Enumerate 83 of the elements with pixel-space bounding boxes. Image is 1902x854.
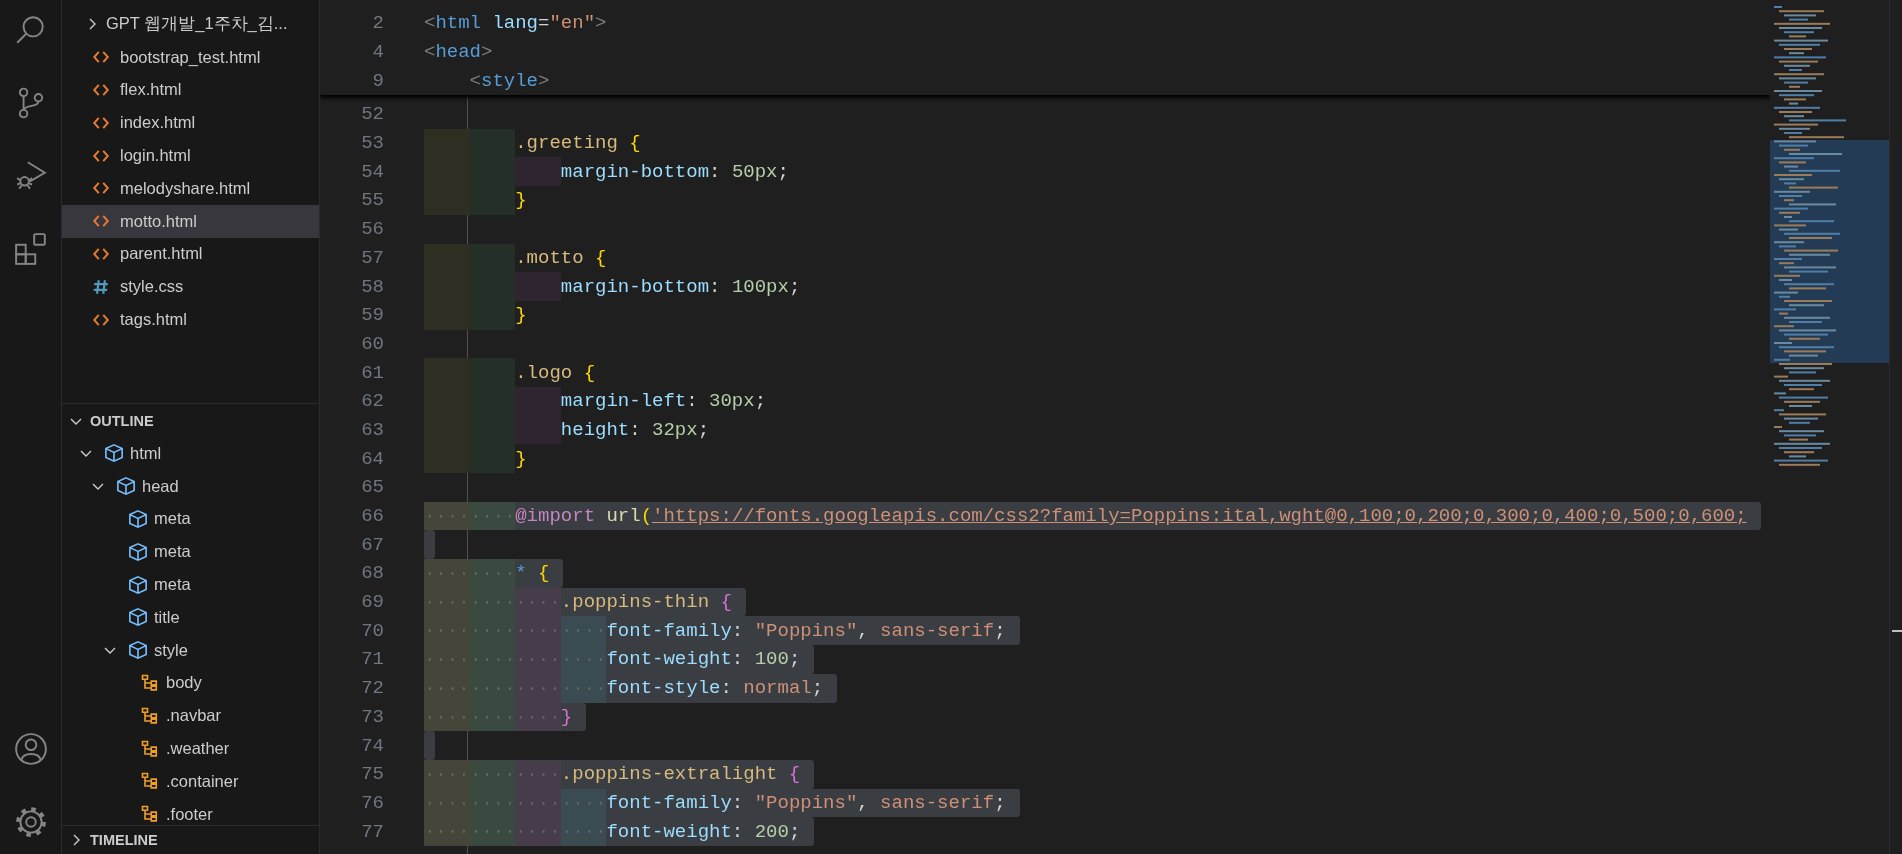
line-number: 70 — [360, 619, 384, 642]
scrollbar[interactable] — [1889, 0, 1902, 854]
hierarchy-icon — [140, 771, 160, 792]
file-item[interactable]: motto.html — [62, 204, 319, 238]
outline-item[interactable]: style — [62, 633, 319, 667]
code-line: .motto { — [424, 243, 621, 273]
line-number: 56 — [360, 218, 384, 241]
line-number: 9 — [371, 69, 384, 92]
extensions-icon — [13, 232, 48, 266]
code-line: margin-bottom: 100px; — [424, 272, 815, 301]
line-number: 60 — [360, 332, 384, 355]
line-number: 75 — [360, 763, 384, 786]
line-number: 67 — [360, 533, 384, 556]
line-number: 71 — [360, 648, 384, 671]
file-item[interactable]: parent.html — [62, 237, 319, 271]
file-item[interactable]: login.html — [62, 139, 319, 172]
line-number: 74 — [360, 734, 384, 757]
timeline-header[interactable]: TIMELINE — [62, 825, 319, 854]
line-number: 64 — [360, 447, 384, 470]
code-line: <style> — [468, 68, 551, 94]
account-icon — [13, 732, 48, 766]
outline-item[interactable]: .footer — [62, 797, 319, 825]
file-item[interactable]: style.css — [62, 270, 319, 304]
outline-item[interactable]: body — [62, 666, 319, 700]
cube-icon — [116, 476, 136, 497]
hierarchy-icon — [140, 804, 160, 825]
cube-icon — [128, 607, 148, 628]
file-item[interactable]: melodyshare.html — [62, 172, 319, 205]
file-item[interactable]: index.html — [62, 106, 319, 140]
outline-item[interactable]: .weather — [62, 732, 319, 765]
code-line: } — [424, 444, 541, 473]
cube-icon — [104, 443, 124, 464]
cube-icon — [128, 509, 148, 529]
code-line: margin-bottom: 50px; — [424, 157, 803, 187]
code-line: } — [424, 186, 541, 215]
line-number: 76 — [360, 791, 384, 814]
code-line: .logo { — [424, 358, 610, 387]
code-line: <html lang="en"> — [424, 11, 608, 37]
outline-item[interactable]: title — [62, 601, 319, 634]
line-number: 77 — [360, 820, 384, 843]
hierarchy-icon — [140, 738, 160, 759]
outline-header[interactable]: OUTLINE — [62, 404, 319, 437]
code-line: height: 32px; — [424, 415, 724, 445]
hash-icon — [92, 277, 110, 296]
line-number: 61 — [360, 361, 384, 384]
outline-item[interactable]: .container — [62, 764, 319, 798]
outline-item[interactable]: html — [62, 437, 319, 470]
line-number: 69 — [360, 591, 384, 614]
code-line: } — [424, 300, 541, 330]
line-number: 57 — [360, 246, 384, 269]
folder-item[interactable]: GPT 웹개발_1주차_김... — [62, 8, 319, 41]
line-number: 2 — [371, 12, 384, 35]
line-number: 65 — [360, 476, 384, 499]
code-line: .greeting { — [424, 128, 655, 158]
hierarchy-icon — [140, 705, 160, 726]
line-number: 62 — [360, 390, 384, 413]
file-item[interactable]: tags.html — [62, 303, 319, 336]
line-number: 58 — [360, 275, 384, 298]
line-number: 59 — [360, 304, 384, 327]
hierarchy-icon — [140, 672, 160, 693]
line-number: 4 — [371, 41, 384, 64]
code-line: margin-left: 30px; — [424, 386, 781, 416]
line-number: 72 — [360, 677, 384, 700]
settings-icon — [13, 805, 48, 839]
cube-icon — [128, 640, 148, 661]
line-number: 52 — [360, 103, 384, 126]
line-number: 73 — [360, 705, 384, 728]
line-number: 68 — [360, 562, 384, 585]
line-number: 55 — [360, 189, 384, 212]
line-number: 54 — [360, 160, 384, 183]
file-item[interactable]: flex.html — [62, 73, 319, 107]
line-number: 53 — [360, 132, 384, 155]
line-number: 66 — [360, 505, 384, 528]
outline-item[interactable]: meta — [62, 502, 319, 536]
cube-icon — [128, 574, 148, 595]
outline-item[interactable]: meta — [62, 568, 319, 601]
outline-item[interactable]: .navbar — [62, 699, 319, 733]
outline-item[interactable]: meta — [62, 535, 319, 569]
outline-item[interactable]: head — [62, 469, 319, 503]
line-number: 63 — [360, 418, 384, 441]
cube-icon — [128, 541, 148, 562]
code-line: <head> — [424, 40, 494, 66]
file-item[interactable]: bootstrap_test.html — [62, 40, 319, 74]
